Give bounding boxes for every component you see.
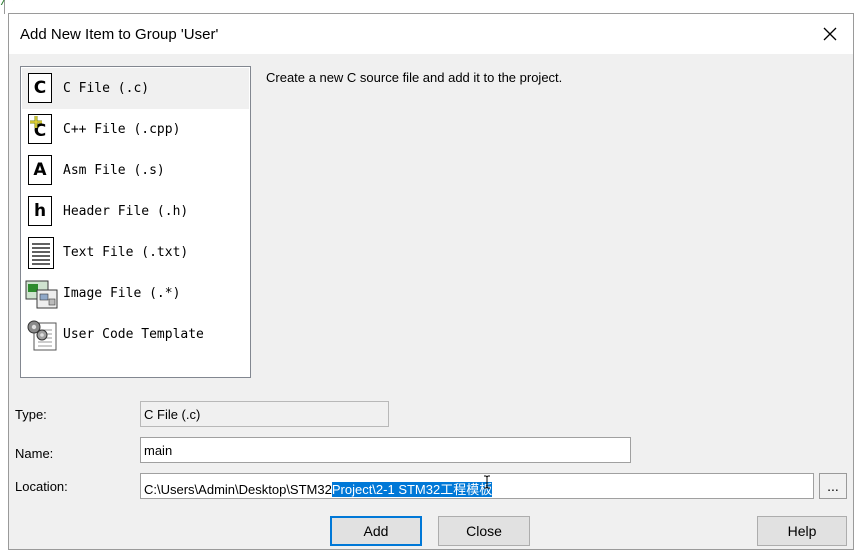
list-item-label: Asm File (.s) bbox=[63, 163, 165, 178]
list-item-label: Text File (.txt) bbox=[63, 245, 189, 260]
image-file-icon bbox=[25, 277, 58, 311]
location-label: Location: bbox=[15, 479, 68, 494]
browse-button[interactable]: ... bbox=[819, 473, 847, 499]
add-new-item-dialog: Add New Item to Group 'User' C C File (.… bbox=[8, 13, 854, 550]
location-field[interactable]: C:\Users\Admin\Desktop\STM32Project\2-1 … bbox=[140, 473, 814, 499]
location-path-unselected: C:\Users\Admin\Desktop\STM32 bbox=[144, 482, 332, 497]
name-field[interactable]: main bbox=[140, 437, 631, 463]
list-item-label: C++ File (.cpp) bbox=[63, 122, 181, 137]
type-field: C File (.c) bbox=[140, 401, 389, 427]
header-file-icon: h bbox=[25, 195, 57, 229]
list-item-image-file[interactable]: Image File (.*) bbox=[22, 273, 249, 314]
dialog-title: Add New Item to Group 'User' bbox=[20, 26, 219, 43]
list-item-label: User Code Template bbox=[63, 327, 204, 342]
dialog-close-button[interactable] bbox=[807, 14, 853, 54]
add-button[interactable]: Add bbox=[330, 516, 422, 546]
close-button[interactable]: Close bbox=[438, 516, 530, 546]
list-item-text-file[interactable]: Text File (.txt) bbox=[22, 232, 249, 273]
text-cursor-icon bbox=[484, 475, 490, 489]
close-icon bbox=[823, 27, 837, 41]
file-type-description: Create a new C source file and add it to… bbox=[266, 70, 563, 85]
list-item-user-code-template[interactable]: User Code Template bbox=[22, 314, 249, 355]
asm-file-icon: A bbox=[25, 154, 57, 188]
user-code-template-icon bbox=[25, 318, 57, 352]
list-item-header-file[interactable]: h Header File (.h) bbox=[22, 191, 249, 232]
list-item-label: Image File (.*) bbox=[63, 286, 181, 301]
name-label: Name: bbox=[15, 446, 54, 461]
text-file-icon bbox=[25, 236, 57, 270]
c-file-icon: C bbox=[25, 72, 57, 106]
help-button[interactable]: Help bbox=[757, 516, 847, 546]
list-item-c-file[interactable]: C C File (.c) bbox=[22, 68, 249, 109]
editor-background: /** bbox=[0, 0, 856, 14]
type-label: Type: bbox=[15, 407, 47, 422]
cpp-file-icon: C bbox=[25, 113, 57, 147]
list-item-asm-file[interactable]: A Asm File (.s) bbox=[22, 150, 249, 191]
location-path-selected: Project\2-1 STM32工程模板 bbox=[331, 482, 493, 497]
editor-code-fragment: /** bbox=[0, 0, 24, 9]
file-type-list[interactable]: C C File (.c) C C++ File (.cpp) A Asm Fi… bbox=[20, 66, 251, 378]
list-item-label: Header File (.h) bbox=[63, 204, 189, 219]
list-item-label: C File (.c) bbox=[63, 81, 150, 96]
dialog-titlebar: Add New Item to Group 'User' bbox=[9, 14, 853, 54]
list-item-cpp-file[interactable]: C C++ File (.cpp) bbox=[22, 109, 249, 150]
